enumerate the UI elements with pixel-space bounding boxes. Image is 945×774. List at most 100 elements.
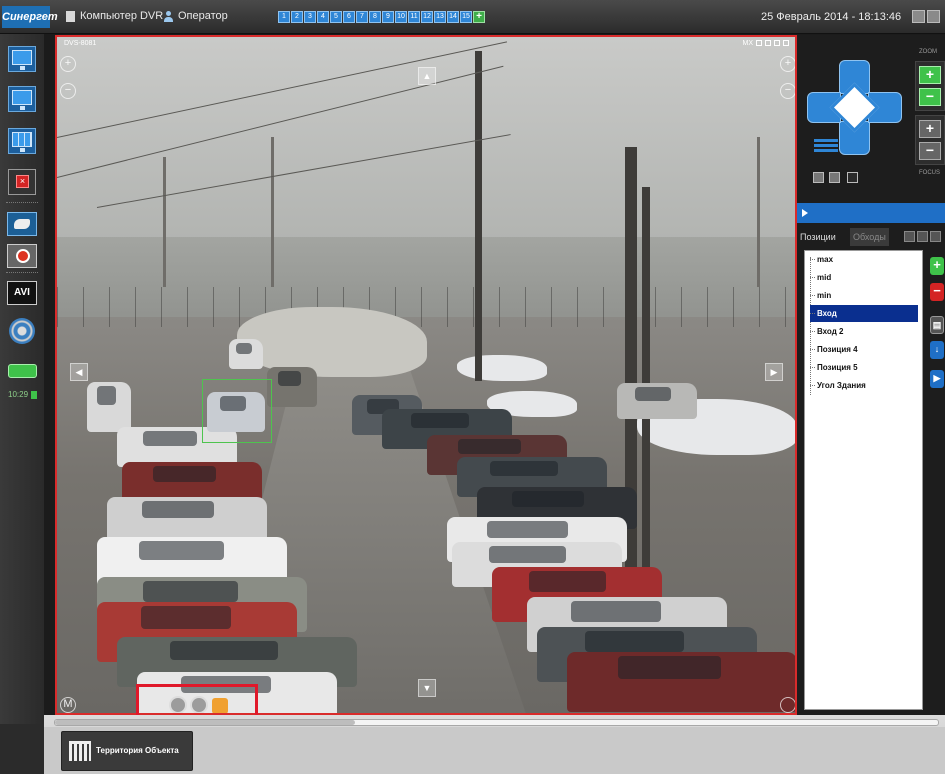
tab-tours[interactable]: Обходы: [850, 228, 889, 246]
camera-tab-2[interactable]: 2: [291, 11, 303, 23]
positions-tabs: Позиции Обходы: [797, 228, 945, 246]
ptz-control-panel: ZOOM + − + − FOCUS Позиции Обходы max mi…: [797, 35, 945, 715]
list-item[interactable]: Позиция 4: [810, 341, 918, 358]
zoom-minus-button[interactable]: −: [919, 88, 941, 106]
focus-minus-button[interactable]: −: [919, 142, 941, 160]
utility-pole: [163, 157, 166, 287]
ptz-fullscreen-icon[interactable]: [847, 172, 858, 183]
parked-car: [567, 652, 795, 712]
zoom-in-icon[interactable]: +: [60, 56, 76, 72]
single-view-button[interactable]: [8, 46, 36, 72]
toolbar-divider: [6, 272, 38, 273]
panel-collapse-bar[interactable]: [797, 203, 945, 223]
minimize-window-icon[interactable]: [912, 10, 925, 23]
user-icon: [164, 10, 173, 22]
list-item[interactable]: min: [810, 287, 918, 304]
zoom-plus-button[interactable]: +: [919, 66, 941, 84]
ptz-small-button[interactable]: [829, 172, 840, 183]
edit-position-icon[interactable]: ▤: [930, 316, 944, 334]
video-menu-icon[interactable]: M: [60, 697, 76, 713]
grid-view-button[interactable]: [8, 128, 36, 154]
close-icon: ×: [16, 175, 29, 188]
battery-icon: [31, 391, 37, 399]
focus-plus-button[interactable]: +: [919, 120, 941, 138]
focus-near-icon[interactable]: −: [780, 83, 795, 99]
area-object-label: Территория Объекта: [96, 746, 179, 755]
zoom-out-icon[interactable]: −: [60, 83, 76, 99]
pan-down-arrow-icon[interactable]: ▼: [418, 679, 436, 697]
ptz-small-button[interactable]: [813, 172, 824, 183]
list-item[interactable]: Позиция 5: [810, 359, 918, 376]
camera-tab-11[interactable]: 11: [408, 11, 420, 23]
monitor-view-button[interactable]: [8, 86, 36, 112]
horizontal-scrollbar[interactable]: [54, 719, 939, 726]
pan-up-arrow-icon[interactable]: ▲: [418, 67, 436, 85]
utility-pole: [642, 187, 650, 567]
tab-option-icon[interactable]: [904, 231, 915, 242]
list-item[interactable]: Угол Здания: [810, 377, 918, 394]
delete-position-button[interactable]: −: [930, 283, 944, 301]
camera-tab-7[interactable]: 7: [356, 11, 368, 23]
monitor-icon: [12, 90, 32, 105]
area-object-button[interactable]: Территория Объекта: [61, 731, 193, 771]
list-item[interactable]: max: [810, 251, 918, 268]
tab-positions[interactable]: Позиции: [797, 228, 839, 246]
camera-tab-15[interactable]: 15: [460, 11, 472, 23]
video-options-icon[interactable]: [780, 697, 795, 713]
scrollbar-thumb[interactable]: [55, 720, 355, 725]
hand-icon: [14, 219, 30, 229]
camera-tab-4[interactable]: 4: [317, 11, 329, 23]
utility-pole: [475, 51, 482, 381]
datetime-display: 25 Февраль 2014 - 18:13:46: [761, 11, 902, 23]
camera-tab-9[interactable]: 9: [382, 11, 394, 23]
positions-list: max mid min Вход Вход 2 Позиция 4 Позици…: [804, 250, 923, 710]
go-to-position-icon[interactable]: ▶: [930, 370, 944, 388]
camera-tab-8[interactable]: 8: [369, 11, 381, 23]
camera-status-icon: [765, 40, 771, 46]
menu-operator[interactable]: Оператор: [164, 10, 228, 22]
camera-name: DVS-8081: [64, 40, 97, 47]
pan-left-arrow-icon[interactable]: ◀: [70, 363, 88, 381]
add-camera-tab-button[interactable]: +: [473, 11, 485, 23]
camera-status-icon: [783, 40, 789, 46]
left-bottom-filler: [0, 724, 44, 774]
save-position-icon[interactable]: ↓: [930, 341, 944, 359]
camera-video-view[interactable]: DVS-8081 MX + − + − M ▲ ▼ ◀ ▶: [55, 35, 797, 715]
restore-window-icon[interactable]: [927, 10, 940, 23]
video-fence: [57, 287, 795, 327]
settings-gear-icon[interactable]: [9, 318, 35, 344]
tab-option-icon[interactable]: [930, 231, 941, 242]
camera-tab-12[interactable]: 12: [421, 11, 433, 23]
add-position-button[interactable]: +: [930, 257, 944, 275]
utility-pole: [757, 137, 760, 287]
camera-tab-5[interactable]: 5: [330, 11, 342, 23]
menu-computer-label: Компьютер DVR: [80, 10, 164, 22]
camera-status-icon: [756, 40, 762, 46]
camera-tab-13[interactable]: 13: [434, 11, 446, 23]
zoom-controls: + −: [915, 61, 945, 111]
focus-far-icon[interactable]: +: [780, 56, 795, 72]
record-button[interactable]: [7, 244, 37, 268]
pan-right-arrow-icon[interactable]: ▶: [765, 363, 783, 381]
tab-option-icon[interactable]: [917, 231, 928, 242]
parked-car: [229, 339, 263, 369]
export-avi-button[interactable]: AVI: [7, 281, 37, 305]
list-item-selected[interactable]: Вход: [810, 305, 918, 322]
camera-tab-1[interactable]: 1: [278, 11, 290, 23]
menu-computer-dvr[interactable]: Компьютер DVR: [66, 10, 163, 22]
menu-operator-label: Оператор: [178, 10, 228, 22]
status-indicator-button[interactable]: [8, 364, 37, 378]
ptz-speed-icon[interactable]: [814, 139, 838, 153]
ptz-center-icon: [829, 82, 880, 133]
camera-tab-6[interactable]: 6: [343, 11, 355, 23]
frosted-shrubs: [237, 307, 427, 377]
list-item[interactable]: Вход 2: [810, 323, 918, 340]
camera-tab-14[interactable]: 14: [447, 11, 459, 23]
top-bar: Синергет Компьютер DVR Оператор 1 2 3 4 …: [0, 0, 945, 34]
camera-tab-3[interactable]: 3: [304, 11, 316, 23]
camera-tab-10[interactable]: 10: [395, 11, 407, 23]
close-view-button[interactable]: ×: [8, 169, 36, 195]
ptz-control-button[interactable]: [7, 212, 37, 236]
parked-car: [267, 367, 317, 407]
list-item[interactable]: mid: [810, 269, 918, 286]
